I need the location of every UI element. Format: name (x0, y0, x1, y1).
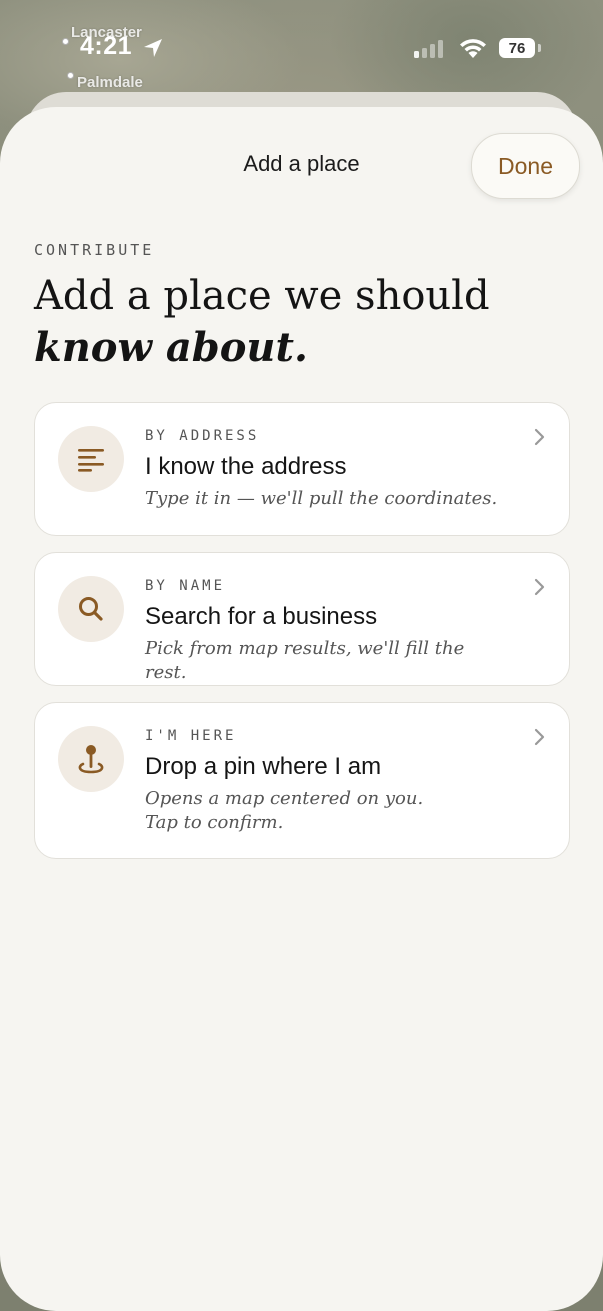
battery-cap (538, 44, 541, 52)
option-subtitle: Type it in — we'll pull the coordinates. (145, 488, 498, 509)
search-icon (58, 576, 124, 642)
chevron-right-icon (534, 428, 545, 446)
chevron-right-icon (534, 728, 545, 746)
option-eyebrow: I'M HERE (145, 728, 237, 744)
option-eyebrow: BY NAME (145, 578, 226, 594)
cellular-signal-icon (414, 40, 443, 58)
page-headline: Add a place we should know about. (34, 270, 574, 374)
status-time: 4:21 (80, 32, 133, 60)
option-title: Search for a business (145, 603, 378, 630)
section-eyebrow: CONTRIBUTE (34, 241, 155, 259)
option-card-by-address[interactable]: BY ADDRESS I know the address Type it in… (34, 402, 570, 536)
map-pin-icon (58, 726, 124, 792)
option-subtitle: Opens a map centered on you. Tap to conf… (145, 788, 424, 833)
option-card-im-here[interactable]: I'M HERE Drop a pin where I am Opens a m… (34, 702, 570, 859)
option-eyebrow: BY ADDRESS (145, 428, 260, 444)
option-title: I know the address (145, 453, 347, 480)
chevron-right-icon (534, 578, 545, 596)
address-lines-icon (58, 426, 124, 492)
option-card-by-name[interactable]: BY NAME Search for a business Pick from … (34, 552, 570, 686)
location-arrow-icon (144, 39, 162, 57)
headline-line-2: know about. (34, 324, 308, 371)
map-city-dot (62, 38, 69, 45)
option-subtitle: Pick from map results, we'll fill the re… (145, 638, 465, 683)
done-button[interactable]: Done (471, 133, 580, 199)
headline-line-1: Add a place we should (34, 273, 490, 319)
option-title: Drop a pin where I am (145, 753, 382, 780)
wifi-icon (460, 39, 486, 58)
battery-indicator: 76 (499, 38, 535, 58)
map-city-dot (67, 72, 74, 79)
map-label-palmdale: Palmdale (77, 74, 143, 91)
